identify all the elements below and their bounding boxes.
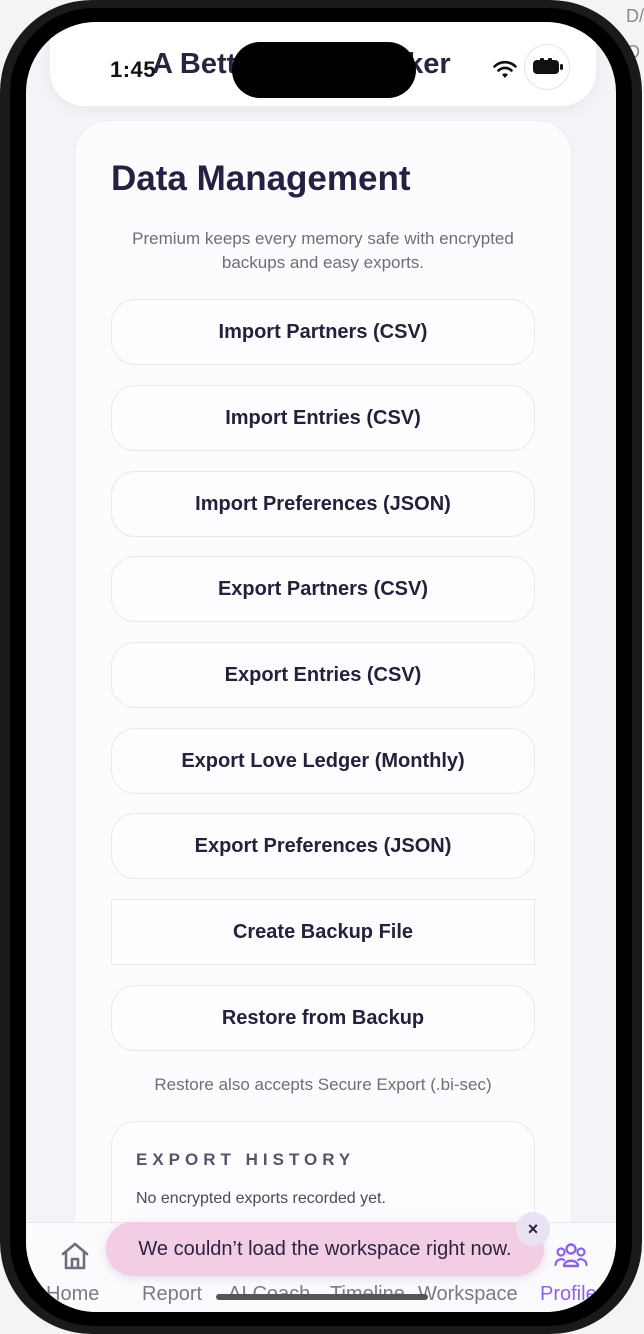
export-partners-button[interactable]: Export Partners (CSV) [111, 556, 535, 622]
export-entries-button[interactable]: Export Entries (CSV) [111, 642, 535, 708]
people-icon[interactable] [554, 1239, 588, 1273]
toast-close-button[interactable]: × [516, 1212, 550, 1246]
page-title: Data Management [111, 159, 411, 198]
home-indicator [216, 1294, 428, 1300]
battery-icon [533, 58, 563, 74]
export-love-ledger-button[interactable]: Export Love Ledger (Monthly) [111, 728, 535, 794]
dynamic-island [232, 42, 416, 98]
export-preferences-button[interactable]: Export Preferences (JSON) [111, 813, 535, 879]
data-management-card: Data Management Premium keeps every memo… [74, 120, 572, 1312]
restore-note: Restore also accepts Secure Export (.bi-… [154, 1075, 492, 1094]
create-backup-button[interactable]: Create Backup File [111, 899, 535, 965]
tab-workspace[interactable]: Workspace [418, 1283, 518, 1306]
restore-backup-button[interactable]: Restore from Backup [111, 985, 535, 1051]
import-partners-button[interactable]: Import Partners (CSV) [111, 299, 535, 365]
page-subtitle: Premium keeps every memory safe with enc… [132, 229, 514, 272]
export-history-title: EXPORT HISTORY [136, 1150, 356, 1169]
tab-home[interactable]: Home [46, 1283, 99, 1306]
tab-profile[interactable]: Profile [540, 1283, 597, 1306]
import-preferences-button[interactable]: Import Preferences (JSON) [111, 471, 535, 537]
phone-frame: A Better Love Tracker 1:45 Data Manageme… [0, 0, 642, 1334]
wifi-icon [493, 60, 517, 78]
status-time: 1:45 [110, 57, 157, 82]
tab-report[interactable]: Report [142, 1283, 202, 1306]
export-history-empty-text: No encrypted exports recorded yet. [136, 1190, 386, 1207]
error-toast: We couldn’t load the workspace right now… [106, 1222, 544, 1276]
phone-screen: A Better Love Tracker 1:45 Data Manageme… [26, 22, 616, 1312]
home-icon[interactable] [58, 1239, 92, 1273]
background-edge-text: D/ [626, 6, 644, 26]
import-entries-button[interactable]: Import Entries (CSV) [111, 385, 535, 451]
